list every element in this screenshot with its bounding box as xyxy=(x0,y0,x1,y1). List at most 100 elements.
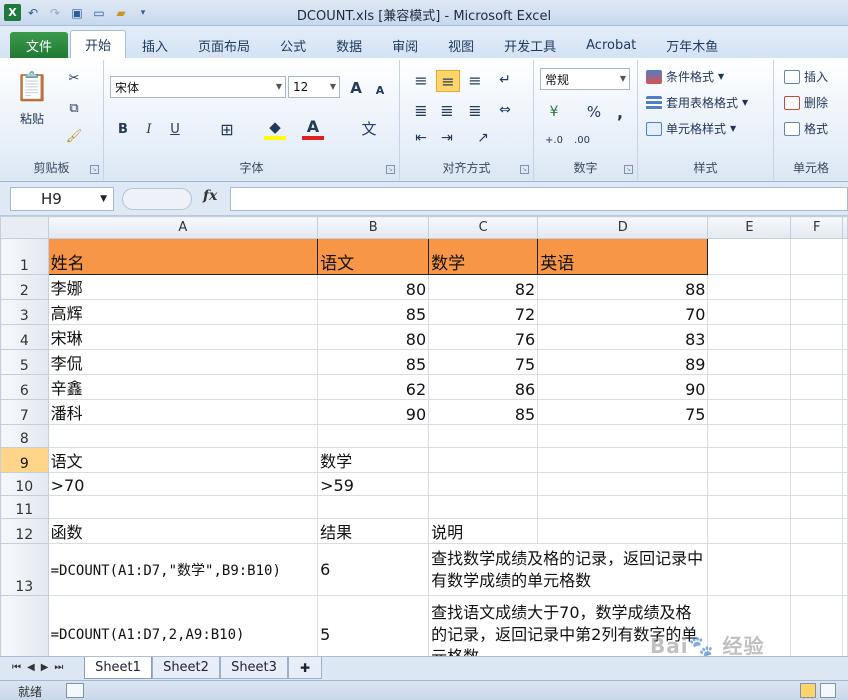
cell-E3[interactable] xyxy=(707,299,792,325)
shrink-font-button[interactable]: A xyxy=(370,80,390,100)
insert-cells-button[interactable]: 插入 xyxy=(784,68,828,85)
percent-button[interactable]: % xyxy=(584,102,604,122)
cell-C2[interactable]: 82 xyxy=(428,274,539,300)
cell-F13[interactable] xyxy=(790,543,843,596)
font-launcher-icon[interactable]: ↘ xyxy=(386,165,395,174)
cell-D10[interactable] xyxy=(537,472,709,496)
row-header-4[interactable]: 4 xyxy=(0,324,49,350)
column-header-C[interactable]: C xyxy=(428,216,539,239)
cell-C8[interactable] xyxy=(428,424,539,448)
cell-E12[interactable] xyxy=(707,518,792,544)
formula-input[interactable] xyxy=(230,187,848,211)
cell-B9[interactable]: 数学 xyxy=(317,447,430,473)
cell-G5[interactable] xyxy=(842,349,848,375)
cell-F7[interactable] xyxy=(790,399,843,425)
align-bottom-icon[interactable]: ≡ xyxy=(464,70,486,90)
column-header-extra[interactable] xyxy=(842,216,848,239)
cell-E7[interactable] xyxy=(707,399,792,425)
cell-D3[interactable]: 70 xyxy=(537,299,709,325)
cell-E4[interactable] xyxy=(707,324,792,350)
cell-F2[interactable] xyxy=(790,274,843,300)
cell-A10[interactable]: >70 xyxy=(47,472,319,496)
phonetic-button[interactable]: 文 xyxy=(356,116,382,140)
cell-C13[interactable]: 查找数学成绩及格的记录，返回记录中有数学成绩的单元格数 xyxy=(428,543,709,596)
cell-C3[interactable]: 72 xyxy=(428,299,539,325)
cell-G4[interactable] xyxy=(842,324,848,350)
cell-B1[interactable]: 语文 xyxy=(317,238,430,275)
cell-D1[interactable]: 英语 xyxy=(537,238,709,275)
cell-E11[interactable] xyxy=(707,495,792,519)
column-header-B[interactable]: B xyxy=(317,216,430,239)
grow-font-button[interactable]: A xyxy=(346,78,366,98)
cell-D7[interactable]: 75 xyxy=(537,399,709,425)
italic-button[interactable]: I xyxy=(138,118,160,140)
tab-page-layout[interactable]: 页面布局 xyxy=(184,32,264,58)
cell-G13[interactable] xyxy=(842,543,848,596)
cell-A8[interactable] xyxy=(47,424,319,448)
cell-G14[interactable] xyxy=(842,595,848,656)
cell-C11[interactable] xyxy=(428,495,539,519)
cell-F8[interactable] xyxy=(790,424,843,448)
cell-B14[interactable]: 5 xyxy=(317,595,430,656)
align-middle-icon[interactable]: ≡ xyxy=(436,70,460,92)
cell-C6[interactable]: 86 xyxy=(428,374,539,400)
row-header-8[interactable]: 8 xyxy=(0,424,49,448)
cell-B2[interactable]: 80 xyxy=(317,274,430,300)
tab-developer[interactable]: 开发工具 xyxy=(490,32,570,58)
row-header-5[interactable]: 5 xyxy=(0,349,49,375)
column-header-F[interactable]: F xyxy=(790,216,843,239)
cell-E2[interactable] xyxy=(707,274,792,300)
cell-C9[interactable] xyxy=(428,447,539,473)
cell-A3[interactable]: 高辉 xyxy=(47,299,319,325)
cell-E5[interactable] xyxy=(707,349,792,375)
paste-label[interactable]: 粘贴 xyxy=(20,110,44,127)
cell-D2[interactable]: 88 xyxy=(537,274,709,300)
cell-B11[interactable] xyxy=(317,495,430,519)
cell-D4[interactable]: 83 xyxy=(537,324,709,350)
comma-button[interactable]: , xyxy=(612,102,628,122)
cell-G1[interactable] xyxy=(842,238,848,275)
cell-A11[interactable] xyxy=(47,495,319,519)
cell-A9[interactable]: 语文 xyxy=(47,447,319,473)
cell-C7[interactable]: 85 xyxy=(428,399,539,425)
formula-bar-resize-handle[interactable] xyxy=(122,188,192,210)
cell-A2[interactable]: 李娜 xyxy=(47,274,319,300)
cell-styles-button[interactable]: 单元格样式 ▼ xyxy=(646,120,736,137)
sheet-tab-3[interactable]: Sheet3 xyxy=(220,657,288,679)
page-layout-view-icon[interactable] xyxy=(820,683,836,698)
row-header-11[interactable]: 11 xyxy=(0,495,49,519)
cell-A6[interactable]: 辛鑫 xyxy=(47,374,319,400)
name-box[interactable]: H9 ▼ xyxy=(10,187,114,211)
increase-indent-icon[interactable]: ⇥ xyxy=(436,128,458,148)
font-size-combo[interactable]: 12 ▼ xyxy=(288,76,340,98)
tab-file[interactable]: 文件 xyxy=(10,32,69,58)
number-format-combo[interactable]: 常规 ▼ xyxy=(540,68,630,90)
cell-F6[interactable] xyxy=(790,374,843,400)
cut-icon[interactable]: ✂ xyxy=(64,68,84,88)
cell-F4[interactable] xyxy=(790,324,843,350)
sheet-tab-1[interactable]: Sheet1 xyxy=(84,657,152,679)
cell-F12[interactable] xyxy=(790,518,843,544)
cell-F9[interactable] xyxy=(790,447,843,473)
cell-B8[interactable] xyxy=(317,424,430,448)
border-icon[interactable]: ⊞ xyxy=(216,118,238,140)
cell-D11[interactable] xyxy=(537,495,709,519)
row-header-2[interactable]: 2 xyxy=(0,274,49,300)
cell-E9[interactable] xyxy=(707,447,792,473)
clipboard-launcher-icon[interactable]: ↘ xyxy=(90,165,99,174)
cell-D12[interactable] xyxy=(537,518,709,544)
cell-G12[interactable] xyxy=(842,518,848,544)
cell-A4[interactable]: 宋琳 xyxy=(47,324,319,350)
row-header-3[interactable]: 3 xyxy=(0,299,49,325)
cell-E13[interactable] xyxy=(707,543,792,596)
insert-function-icon[interactable]: fx xyxy=(203,188,217,204)
cell-B12[interactable]: 结果 xyxy=(317,518,430,544)
cell-D9[interactable] xyxy=(537,447,709,473)
cell-F11[interactable] xyxy=(790,495,843,519)
column-header-A[interactable]: A xyxy=(47,216,319,239)
column-header-D[interactable]: D xyxy=(537,216,709,239)
cell-C12[interactable]: 说明 xyxy=(428,518,539,544)
decrease-decimal-icon[interactable]: .00 xyxy=(570,130,594,150)
tab-acrobat[interactable]: Acrobat xyxy=(572,32,650,58)
cell-E10[interactable] xyxy=(707,472,792,496)
